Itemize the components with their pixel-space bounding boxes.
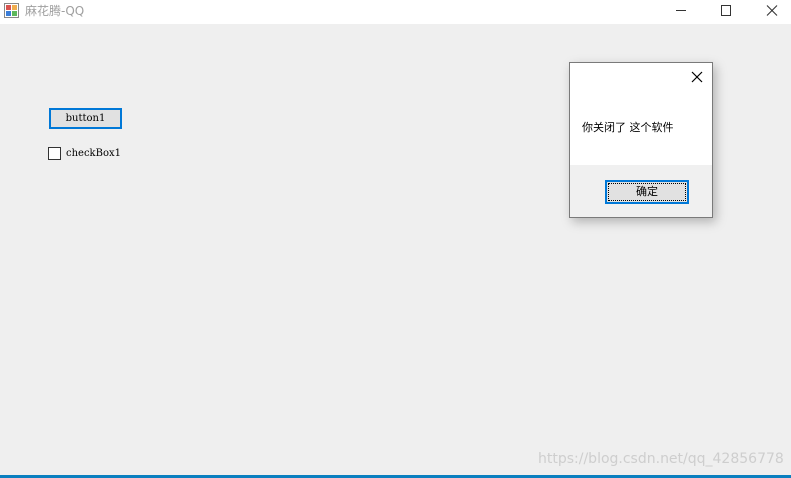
message-text: 你关闭了 这个软件 <box>582 121 674 134</box>
watermark: https://blog.csdn.net/qq_42856778 <box>538 451 784 467</box>
title-bar[interactable]: 麻花腾-QQ <box>0 0 791 24</box>
app-icon <box>4 3 19 18</box>
checkbox-label[interactable]: checkBox1 <box>66 146 121 161</box>
minimize-button[interactable] <box>658 0 704 22</box>
window-title: 麻花腾-QQ <box>25 4 85 18</box>
checkbox-box[interactable] <box>48 147 61 160</box>
button1[interactable]: button1 <box>49 108 122 129</box>
close-icon <box>766 5 778 16</box>
minimize-icon <box>676 10 686 11</box>
close-button[interactable] <box>749 0 791 22</box>
maximize-icon <box>721 5 731 16</box>
close-icon[interactable] <box>691 71 703 83</box>
main-window: 麻花腾-QQ button1 checkBox1 你关闭了 这个软件 确定 ht… <box>0 0 791 478</box>
message-box: 你关闭了 这个软件 确定 <box>569 62 713 218</box>
ok-button[interactable]: 确定 <box>605 180 689 204</box>
dialog-footer: 确定 <box>570 165 712 217</box>
maximize-button[interactable] <box>703 0 749 22</box>
